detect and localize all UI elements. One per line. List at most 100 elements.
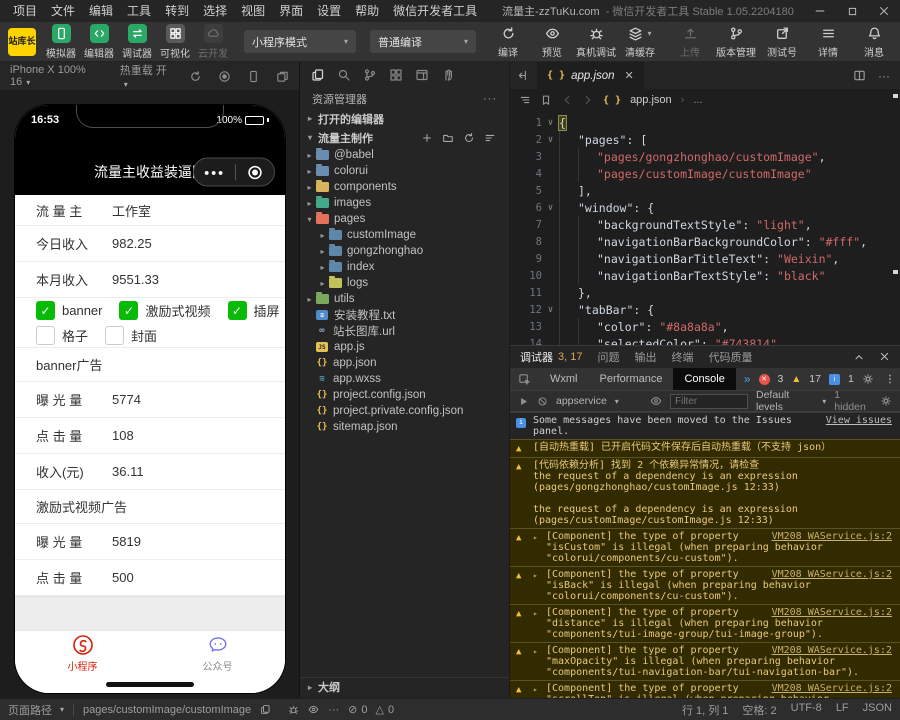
toolbar-button[interactable]: 可视化 (156, 24, 194, 60)
console-message[interactable]: ▲[自动热重载] 已开启代码文件保存后自动热重载（不支持 json） (510, 439, 900, 457)
compile-mode-select[interactable]: 普通编译 ▾ (370, 30, 476, 53)
hand-icon[interactable] (441, 68, 455, 82)
tree-item[interactable]: ∞站长图库.url (300, 323, 509, 339)
menu-item[interactable]: 文件 (44, 0, 82, 22)
status-item[interactable]: 空格: 2 (742, 702, 776, 718)
status-item[interactable]: LF (836, 702, 849, 718)
debugger-tab[interactable]: 输出 (634, 349, 656, 365)
rotate-icon[interactable] (189, 70, 202, 83)
menu-item[interactable]: 帮助 (348, 0, 386, 22)
fold-icon[interactable]: ∨ (542, 118, 559, 128)
float-window-icon[interactable] (276, 70, 289, 83)
toolbar-action[interactable]: 详情 (808, 24, 848, 59)
toolbar-action[interactable]: 编译 (488, 24, 528, 59)
status-item[interactable]: JSON (863, 702, 892, 718)
source-link[interactable]: VM208 WAService.js:2 (772, 569, 892, 580)
tree-item[interactable]: {}app.json (300, 355, 509, 371)
tree-item[interactable]: ▸components (300, 179, 509, 195)
toolbar-action[interactable]: 版本管理 (716, 24, 756, 59)
devtools-tab[interactable]: Wxml (539, 368, 589, 390)
console-message[interactable]: ▲▸VM208 WAService.js:2[Component] the ty… (510, 680, 900, 698)
menu-item[interactable]: 编辑 (82, 0, 120, 22)
info-count-icon[interactable]: i (829, 374, 840, 385)
page-path-select[interactable]: 页面路径 ▾ (8, 702, 64, 718)
capsule-menu[interactable]: ●●● (193, 158, 275, 187)
menu-item[interactable]: 选择 (196, 0, 234, 22)
source-link[interactable]: VM208 WAService.js:2 (772, 645, 892, 656)
tree-item[interactable]: ≋app.wxss (300, 371, 509, 387)
status-more-icon[interactable]: ··· (328, 704, 339, 716)
expand-icon[interactable]: ▸ (533, 531, 541, 564)
search-icon[interactable] (337, 68, 351, 82)
tree-item[interactable]: ≡安装教程.txt (300, 307, 509, 323)
tree-item[interactable]: ▸utils (300, 291, 509, 307)
source-link[interactable]: VM208 WAService.js:2 (772, 683, 892, 694)
console-message[interactable]: ▲▸VM208 WAService.js:2[Component] the ty… (510, 566, 900, 604)
console-message[interactable]: iView issuesSome messages have been move… (510, 412, 900, 439)
clear-console-icon[interactable] (537, 396, 548, 407)
debugger-tab[interactable]: 问题 (597, 349, 619, 365)
console-message[interactable]: ▲[代码依赖分析] 找到 2 个依赖异常情况，请检查 the request o… (510, 457, 900, 528)
expand-icon[interactable]: ▸ (533, 569, 541, 602)
expand-icon[interactable]: ▸ (533, 645, 541, 678)
toolbar-button[interactable]: 模拟器 (42, 24, 80, 60)
tree-item[interactable]: ▸logs (300, 275, 509, 291)
live-expression-icon[interactable] (650, 395, 662, 407)
tree-item[interactable]: JSapp.js (300, 339, 509, 355)
toolbar-action[interactable]: 预览 (532, 24, 572, 59)
console-settings-icon[interactable] (880, 395, 892, 407)
close-capsule-icon[interactable] (246, 163, 264, 181)
fold-icon[interactable]: ∨ (542, 203, 559, 213)
filter-input[interactable] (670, 394, 748, 409)
devtools-menu-icon[interactable] (884, 373, 896, 385)
tree-item[interactable]: ▸customImage (300, 227, 509, 243)
debug-status-icon[interactable] (288, 704, 299, 715)
console-message[interactable]: ▲▸VM208 WAService.js:2[Component] the ty… (510, 642, 900, 680)
toolbar-button[interactable]: 调试器 (118, 24, 156, 60)
expand-icon[interactable]: ▸ (533, 683, 541, 698)
new-file-icon[interactable] (421, 132, 433, 144)
more-icon[interactable]: ··· (483, 93, 497, 105)
maximize-icon[interactable] (836, 0, 868, 22)
mode-select[interactable]: 小程序模式 ▾ (244, 30, 356, 53)
devtools-tab[interactable]: Console (673, 368, 735, 390)
branch-icon[interactable] (363, 68, 377, 82)
breadcrumb-file[interactable]: app.json (630, 94, 672, 106)
phone-tab[interactable]: 小程序 (15, 631, 150, 676)
outline-list-icon[interactable] (519, 94, 531, 106)
toolbar-button[interactable]: 编辑器 (80, 24, 118, 60)
devtools-tab[interactable]: Performance (589, 368, 674, 390)
split-editor-icon[interactable] (853, 69, 866, 83)
bookmark-icon[interactable] (540, 94, 552, 106)
checkbox[interactable]: ✓ (228, 301, 247, 320)
devtools-settings-icon[interactable] (862, 373, 874, 385)
window-icon[interactable] (415, 68, 429, 82)
tree-item[interactable]: ▸@babel (300, 147, 509, 163)
tree-item[interactable]: {}sitemap.json (300, 419, 509, 435)
log-levels-select[interactable]: Default levels ▾ (756, 389, 826, 413)
status-item[interactable]: UTF-8 (791, 702, 822, 718)
hot-reload-select[interactable]: 热重载 开▾ (120, 62, 173, 90)
expand-icon[interactable]: ▸ (533, 607, 541, 640)
menu-item[interactable]: 转到 (158, 0, 196, 22)
problems-indicator[interactable]: ⊘ 0 △ 0 (348, 703, 394, 716)
close-tab-icon[interactable]: ✕ (625, 69, 634, 82)
error-count-icon[interactable]: ✕ (759, 374, 770, 385)
minimize-icon[interactable] (804, 0, 836, 22)
menu-item[interactable]: 设置 (310, 0, 348, 22)
copy-path-icon[interactable] (260, 704, 271, 715)
grid-icon[interactable] (389, 68, 403, 82)
editor-more-icon[interactable]: ··· (878, 69, 890, 83)
page-path[interactable]: pages/customImage/customImage (83, 704, 251, 716)
checkbox[interactable]: ✓ (36, 301, 55, 320)
close-panel-icon[interactable] (879, 351, 890, 363)
menu-item[interactable]: 项目 (6, 0, 44, 22)
menu-item[interactable]: 界面 (272, 0, 310, 22)
code-area[interactable]: 1∨{2∨"pages": [3"pages/gongzhonghao/cust… (510, 111, 900, 345)
top-frame-icon[interactable] (518, 396, 529, 407)
more-icon[interactable]: ●●● (204, 167, 225, 177)
device-frame-icon[interactable] (247, 70, 260, 83)
breadcrumb-more[interactable]: ... (693, 94, 702, 106)
new-folder-icon[interactable] (442, 132, 454, 144)
close-icon[interactable] (868, 0, 900, 22)
